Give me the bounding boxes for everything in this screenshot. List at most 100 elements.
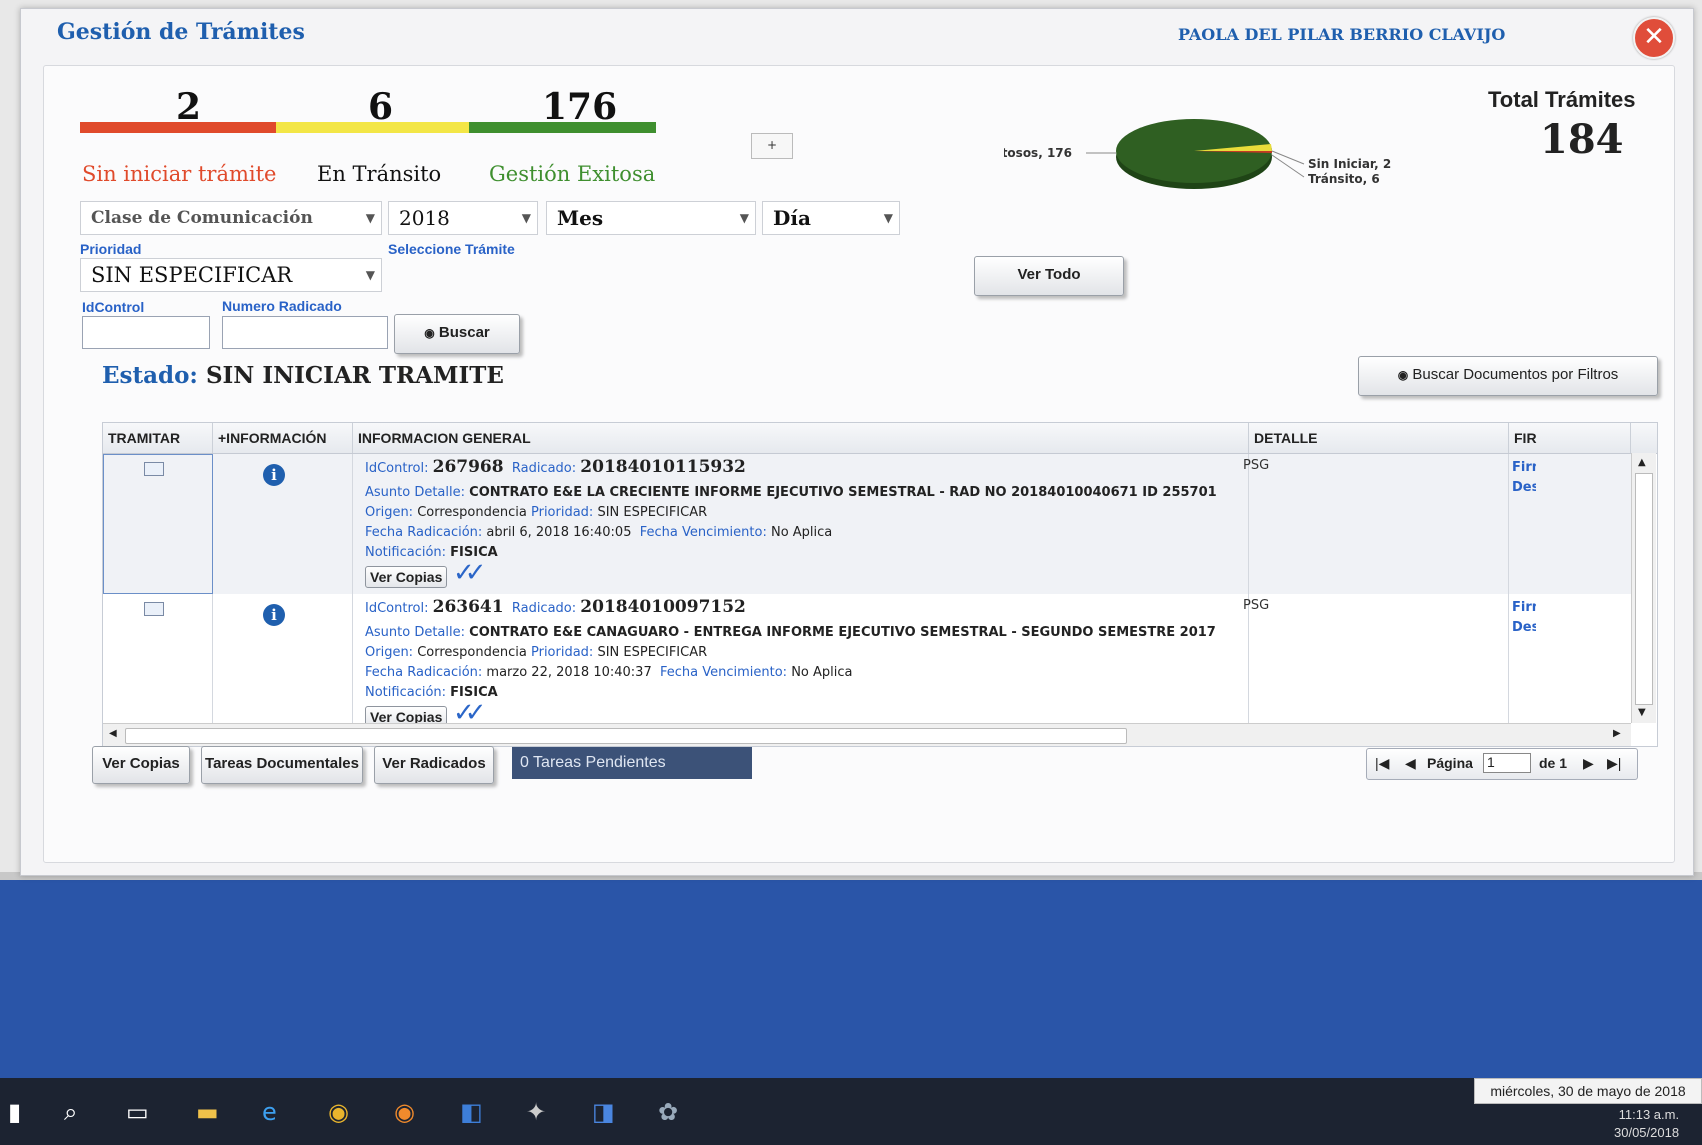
scroll-left-icon[interactable]: ◀ — [109, 728, 117, 739]
year-value: 2018 — [399, 206, 450, 230]
pie-label-sin-iniciar: Sin Iniciar, 2 — [1308, 157, 1391, 171]
col-detalle[interactable]: DETALLE — [1249, 423, 1509, 453]
info-icon[interactable]: i — [263, 604, 285, 626]
scroll-down-icon[interactable]: ▼ — [1638, 707, 1646, 718]
buscar-documentos-button[interactable]: ◉ Buscar Documentos por Filtros — [1358, 356, 1658, 396]
radicado-input[interactable] — [222, 316, 388, 349]
sin-iniciar-label[interactable]: Sin iniciar trámite — [82, 162, 276, 186]
expand-button[interactable]: + — [751, 133, 793, 159]
prioridad-value: SIN ESPECIFICAR — [597, 505, 708, 520]
row-fecha-line: Fecha Radicación: abril 6, 2018 16:40:05… — [365, 525, 832, 540]
internet-explorer-icon[interactable]: e — [262, 1098, 277, 1126]
tramitar-icon[interactable] — [144, 602, 164, 616]
descargar-link[interactable]: Des — [1512, 480, 1536, 495]
row-notif-line: Notificación: FISICA — [365, 685, 498, 700]
tareas-pendientes-badge[interactable]: 0 Tareas Pendientes — [512, 747, 752, 779]
mes-select[interactable]: Mes ▼ — [546, 201, 756, 235]
col-tramitar[interactable]: TRAMITAR — [103, 423, 213, 453]
detalle-value: PSG — [1243, 598, 1270, 613]
taskbar: ▮ ⌕ ▭ ▬ e ◉ ◉ ◧ ✦ ◨ ✿ — [0, 1078, 1702, 1145]
origen-value: Correspondencia — [417, 505, 527, 520]
chevron-down-icon: ▼ — [883, 211, 893, 225]
descargar-link[interactable]: Des — [1512, 620, 1536, 635]
origen-key: Origen: — [365, 645, 414, 660]
next-page-icon[interactable]: ▶ — [1583, 755, 1594, 772]
tareas-documentales-button[interactable]: Tareas Documentales — [201, 746, 363, 784]
ver-copias-row-button[interactable]: Ver Copias — [365, 566, 448, 588]
col-fir[interactable]: FIR — [1509, 423, 1631, 453]
app-icon[interactable]: ✦ — [526, 1098, 546, 1126]
fecha-key: Fecha Radicación: — [365, 525, 483, 540]
prioridad-value: SIN ESPECIFICAR — [91, 263, 293, 287]
row-asunto-line: Asunto Detalle: CONTRATO E&E CANAGUARO -… — [365, 625, 1216, 640]
word-icon[interactable]: ◨ — [592, 1098, 615, 1126]
pagination: |◀ ◀ Página 1 de 1 ▶ ▶| — [1366, 748, 1638, 780]
close-icon[interactable]: ✕ — [1633, 17, 1675, 59]
firma-link[interactable]: Firm — [1512, 600, 1536, 615]
prioridad-label: Prioridad — [80, 241, 142, 257]
main-panel: 2 6 176 Sin iniciar trámite En Tránsito … — [43, 65, 1675, 863]
chevron-down-icon: ▼ — [365, 211, 375, 225]
tramites-window: Gestión de Trámites PAOLA DEL PILAR BERR… — [20, 8, 1694, 876]
scroll-thumb[interactable] — [1635, 473, 1653, 705]
radicado-value: 20184010115932 — [580, 457, 746, 477]
buscar-label: Buscar — [438, 324, 490, 341]
col-informacion[interactable]: +INFORMACIÓN — [213, 423, 353, 453]
vencimiento-key: Fecha Vencimiento: — [659, 665, 788, 680]
windows-icon[interactable]: ▮ — [8, 1098, 21, 1126]
exitosa-label[interactable]: Gestión Exitosa — [489, 162, 655, 186]
chevron-down-icon: ▼ — [739, 211, 749, 225]
ver-radicados-button[interactable]: Ver Radicados — [374, 746, 494, 784]
page-input[interactable]: 1 — [1483, 753, 1531, 773]
last-page-icon[interactable]: ▶| — [1607, 755, 1621, 772]
file-explorer-icon[interactable]: ▬ — [196, 1098, 219, 1126]
table-row[interactable]: i IdControl: 263641 Radicado: 2018401009… — [103, 594, 1631, 734]
firefox-icon[interactable]: ◉ — [394, 1098, 415, 1126]
clase-comunicacion-select[interactable]: Clase de Comunicación ▼ — [80, 201, 382, 235]
transito-label[interactable]: En Tránsito — [317, 162, 441, 186]
scroll-right-icon[interactable]: ▶ — [1613, 728, 1621, 739]
vencimiento-value: No Aplica — [791, 665, 853, 680]
col-informacion-general[interactable]: INFORMACION GENERAL — [353, 423, 1249, 453]
estado-label: Estado: — [102, 362, 198, 389]
clock-date: 30/05/2018 — [1614, 1125, 1680, 1140]
idcontrol-input[interactable] — [82, 316, 210, 349]
pagina-label: Página — [1427, 755, 1473, 771]
paint-icon[interactable]: ✿ — [658, 1098, 678, 1126]
dia-select[interactable]: Día ▼ — [762, 201, 900, 235]
user-name: PAOLA DEL PILAR BERRIO CLAVIJO — [1178, 25, 1506, 44]
info-icon[interactable]: i — [263, 464, 285, 486]
first-page-icon[interactable]: |◀ — [1375, 755, 1389, 772]
scroll-thumb[interactable] — [125, 728, 1127, 744]
idcontrol-value: 267968 — [432, 457, 504, 477]
scroll-up-icon[interactable]: ▲ — [1638, 457, 1646, 468]
chrome-icon[interactable]: ◉ — [328, 1098, 349, 1126]
detalle-cell — [1249, 594, 1509, 734]
table-row[interactable]: i IdControl: 267968 Radicado: 2018401011… — [103, 454, 1631, 594]
desktop-background — [0, 880, 1702, 1080]
horizontal-scrollbar[interactable]: ◀ ▶ — [103, 723, 1631, 746]
ver-todo-button[interactable]: Ver Todo — [974, 256, 1124, 296]
prev-page-icon[interactable]: ◀ — [1405, 755, 1416, 772]
radicado-key: Radicado: — [511, 461, 577, 476]
prioridad-select[interactable]: SIN ESPECIFICAR ▼ — [80, 258, 382, 292]
clock[interactable]: 11:13 a.m. 30/05/2018 — [1614, 1106, 1679, 1142]
total-title: Total Trámites — [1488, 87, 1636, 112]
tramitar-icon[interactable] — [144, 462, 164, 476]
firma-link[interactable]: Firm — [1512, 460, 1536, 475]
vertical-scrollbar[interactable]: ▲ ▼ — [1631, 453, 1656, 723]
table-header: TRAMITAR +INFORMACIÓN INFORMACION GENERA… — [103, 423, 1657, 454]
buscar-button[interactable]: ◉ Buscar — [394, 314, 520, 354]
estado-heading: Estado: SIN INICIAR TRAMITE — [102, 362, 504, 389]
ver-copias-button[interactable]: Ver Copias — [92, 746, 190, 784]
pie-label-exitosos: Exitosos, 176 — [1004, 146, 1072, 160]
row-asunto-line: Asunto Detalle: CONTRATO E&E LA CRECIENT… — [365, 485, 1217, 500]
task-view-icon[interactable]: ▭ — [126, 1098, 149, 1126]
asunto-key: Asunto Detalle: — [365, 485, 466, 500]
notif-key: Notificación: — [365, 545, 447, 560]
total-count: 184 — [1540, 116, 1624, 163]
outlook-icon[interactable]: ◧ — [460, 1098, 483, 1126]
search-icon[interactable]: ⌕ — [64, 1098, 77, 1126]
year-select[interactable]: 2018 ▼ — [388, 201, 538, 235]
mes-value: Mes — [557, 206, 604, 230]
